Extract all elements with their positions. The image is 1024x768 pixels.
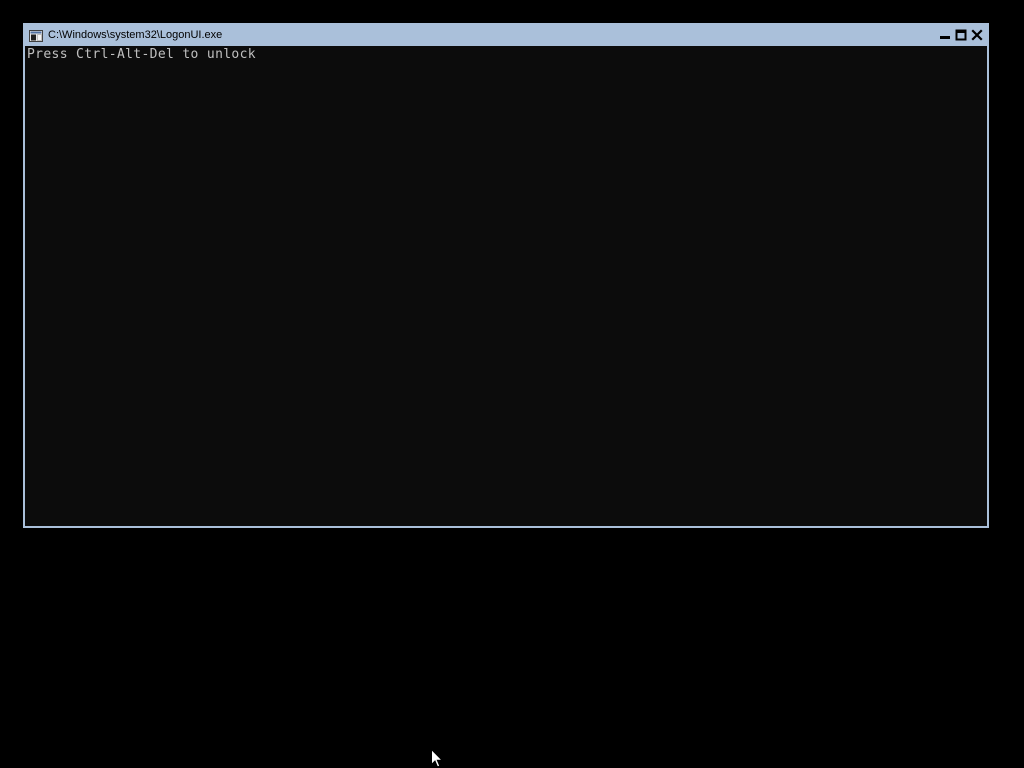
maximize-icon (955, 29, 967, 41)
title-bar[interactable]: C:\Windows\system32\LogonUI.exe (25, 25, 987, 46)
arrow-pointer-icon (431, 749, 443, 768)
console-window[interactable]: C:\Windows\system32\LogonUI.exe Press Ct… (23, 23, 989, 528)
minimize-icon (940, 36, 950, 39)
close-icon (971, 29, 983, 41)
minimize-button[interactable] (938, 28, 952, 42)
console-output-area[interactable]: Press Ctrl-Alt-Del to unlock (25, 46, 987, 526)
maximize-button[interactable] (954, 28, 968, 42)
close-button[interactable] (970, 28, 984, 42)
console-app-icon[interactable] (29, 29, 43, 42)
window-title: C:\Windows\system32\LogonUI.exe (48, 29, 223, 41)
console-line-unlock-prompt: Press Ctrl-Alt-Del to unlock (27, 47, 256, 62)
window-controls (938, 28, 984, 43)
desktop: C:\Windows\system32\LogonUI.exe Press Ct… (0, 0, 1024, 768)
